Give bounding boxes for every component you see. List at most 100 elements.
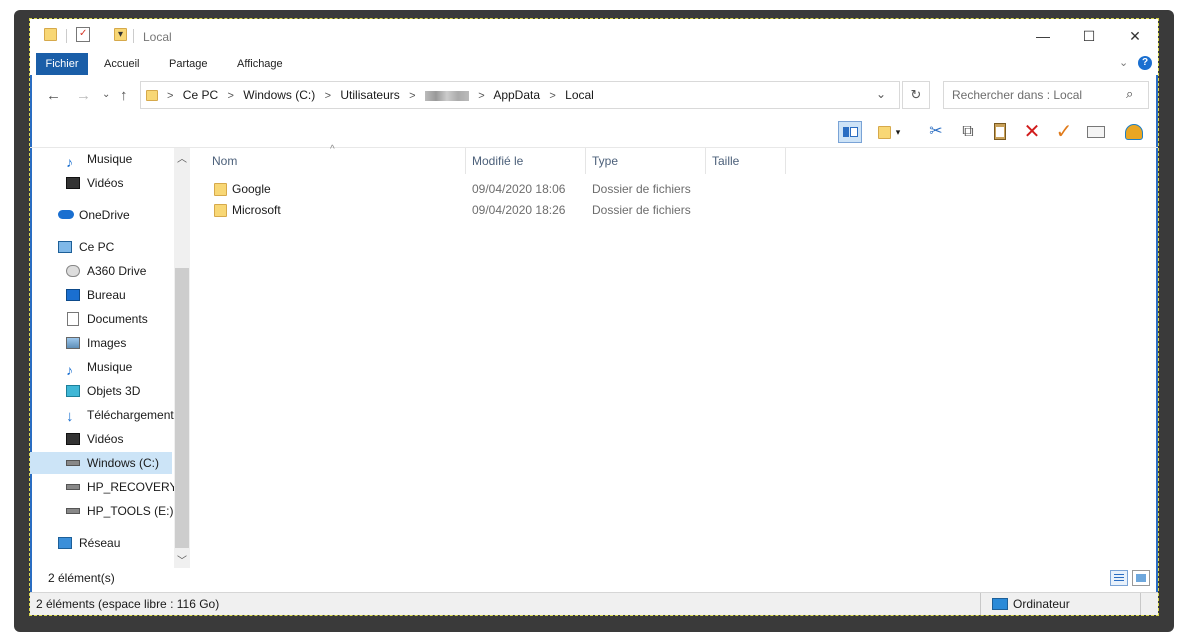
scrollbar-thumb[interactable]: [175, 268, 189, 548]
custom-toolbar: ▾ ✂ ⧉ ✕ ✓: [830, 117, 1155, 147]
preview-pane-icon[interactable]: [838, 121, 862, 143]
divider: [980, 593, 981, 615]
nav-item-documents[interactable]: Documents: [30, 308, 172, 330]
scroll-down-icon[interactable]: ﹀: [174, 552, 190, 567]
music-icon: ♪: [66, 362, 73, 378]
nav-item-hp-recovery[interactable]: HP_RECOVERY (: [30, 476, 174, 498]
nav-item-telechargements[interactable]: ↓ Téléchargements: [30, 404, 174, 426]
breadcrumb-separator: >: [409, 90, 416, 102]
column-header-type[interactable]: Type: [586, 148, 706, 174]
file-row-microsoft[interactable]: Microsoft 09/04/2020 18:26 Dossier de fi…: [212, 200, 912, 221]
divider: [1140, 593, 1141, 615]
copy-icon[interactable]: ⧉: [956, 121, 980, 143]
file-name: Google: [232, 182, 271, 196]
column-header-modified[interactable]: Modifié le: [466, 148, 586, 174]
breadcrumb-utilisateurs[interactable]: Utilisateurs: [340, 88, 399, 102]
expand-ribbon-icon[interactable]: ⌄: [1119, 56, 1128, 69]
desktop-icon: [66, 289, 80, 301]
folder-icon: [214, 183, 227, 196]
nav-item-objets-3d[interactable]: Objets 3D: [30, 380, 172, 402]
search-input[interactable]: Rechercher dans : Local ⌕: [943, 81, 1149, 109]
nav-item-musique-2[interactable]: ♪ Musique: [30, 356, 172, 378]
window-title: Local: [143, 30, 172, 44]
network-icon: [58, 537, 72, 549]
column-header-size[interactable]: Taille: [706, 148, 786, 174]
tab-partage[interactable]: Partage: [169, 53, 208, 75]
nav-item-a360-drive[interactable]: A360 Drive: [30, 260, 172, 282]
maximize-button[interactable]: ☐: [1066, 19, 1112, 53]
nav-item-windows-c[interactable]: Windows (C:): [30, 452, 172, 474]
breadcrumb-appdata[interactable]: AppData: [493, 88, 540, 102]
breadcrumb-windows-c[interactable]: Windows (C:): [243, 88, 315, 102]
close-button[interactable]: ✕: [1112, 19, 1158, 53]
drive-icon: [66, 508, 80, 514]
documents-icon: [67, 312, 79, 326]
free-space-text: 2 éléments (espace libre : 116 Go): [36, 597, 220, 611]
properties-icon[interactable]: ✓: [76, 27, 90, 42]
breadcrumb-username-redacted[interactable]: [424, 90, 469, 101]
refresh-button[interactable]: ↻: [902, 81, 930, 109]
breadcrumb-local[interactable]: Local: [565, 88, 594, 102]
drive-icon: [66, 484, 80, 490]
computer-icon: [992, 598, 1008, 610]
breadcrumb-separator: >: [167, 90, 174, 102]
nav-item-images[interactable]: Images: [30, 332, 172, 354]
tab-fichier[interactable]: Fichier: [36, 53, 88, 75]
3d-objects-icon: [66, 385, 80, 397]
nav-item-bureau[interactable]: Bureau: [30, 284, 172, 306]
drive-icon: [66, 460, 80, 466]
minimize-button[interactable]: —: [1020, 19, 1066, 53]
divider: [133, 29, 134, 43]
view-dropdown-icon[interactable]: ▾: [892, 121, 904, 143]
tab-accueil[interactable]: Accueil: [104, 53, 139, 75]
bottom-status-bar: 2 éléments (espace libre : 116 Go) Ordin…: [30, 592, 1158, 615]
divider: [66, 29, 67, 43]
downloads-icon: ↓: [66, 408, 74, 425]
scroll-up-icon[interactable]: ︿: [174, 150, 190, 165]
back-button[interactable]: ←: [46, 87, 61, 104]
tab-affichage[interactable]: Affichage: [237, 53, 283, 75]
help-icon[interactable]: ?: [1138, 56, 1152, 70]
file-list: ^ Nom Modifié le Type Taille Google 09/0…: [190, 144, 1158, 568]
large-icons-view-icon[interactable]: [1132, 570, 1150, 586]
address-history-dropdown-icon[interactable]: ⌄: [876, 87, 886, 101]
nav-item-videos-2[interactable]: Vidéos: [30, 428, 172, 450]
file-type: Dossier de fichiers: [592, 182, 691, 196]
nav-item-ce-pc[interactable]: Ce PC: [30, 236, 172, 258]
navigation-pane: ♪ Musique Vidéos OneDrive Ce PC A360 Dri…: [30, 148, 174, 568]
nav-item-onedrive[interactable]: OneDrive: [30, 204, 172, 226]
nav-item-hp-tools[interactable]: HP_TOOLS (E:): [30, 500, 173, 522]
nav-item-musique[interactable]: ♪ Musique: [30, 148, 172, 170]
rename-icon[interactable]: [1084, 121, 1108, 143]
zone-label: Ordinateur: [1013, 597, 1070, 611]
address-bar[interactable]: > Ce PC > Windows (C:) > Utilisateurs > …: [140, 81, 900, 109]
address-row: ← → ⌄ ↑ > Ce PC > Windows (C:) > Utilisa…: [30, 79, 1158, 113]
delete-icon[interactable]: ✕: [1020, 121, 1044, 143]
item-count: 2 élément(s): [48, 571, 115, 585]
cut-icon[interactable]: ✂: [924, 121, 948, 143]
forward-button[interactable]: →: [76, 87, 91, 104]
images-icon: [66, 337, 80, 349]
file-modified: 09/04/2020 18:26: [472, 203, 566, 217]
nav-item-videos[interactable]: Vidéos: [30, 172, 172, 194]
nav-scrollbar[interactable]: ︿ ﹀: [174, 148, 190, 568]
checkmark-icon[interactable]: ✓: [1052, 121, 1076, 143]
recent-locations-icon[interactable]: ⌄: [102, 89, 110, 100]
breadcrumb-separator: >: [324, 90, 332, 102]
file-row-google[interactable]: Google 09/04/2020 18:06 Dossier de fichi…: [212, 179, 912, 200]
search-icon[interactable]: ⌕: [1126, 86, 1133, 102]
search-placeholder: Rechercher dans : Local: [952, 88, 1083, 102]
details-view-icon[interactable]: [1110, 570, 1128, 586]
breadcrumb-separator: >: [478, 90, 485, 102]
videos-icon: [66, 433, 80, 445]
paste-icon[interactable]: [988, 121, 1012, 143]
nav-item-reseau[interactable]: Réseau: [30, 532, 172, 554]
up-button[interactable]: ↑: [120, 87, 128, 104]
column-header-name[interactable]: Nom: [190, 148, 466, 174]
title-bar: ✓ ▾ Local — ☐ ✕: [30, 19, 1158, 53]
quick-access-dropdown-icon[interactable]: ▾: [118, 29, 123, 40]
shell-icon[interactable]: [1122, 121, 1146, 143]
status-bar: 2 élément(s): [30, 567, 1158, 589]
breadcrumb-ce-pc[interactable]: Ce PC: [183, 88, 218, 102]
music-icon: ♪: [66, 154, 73, 170]
